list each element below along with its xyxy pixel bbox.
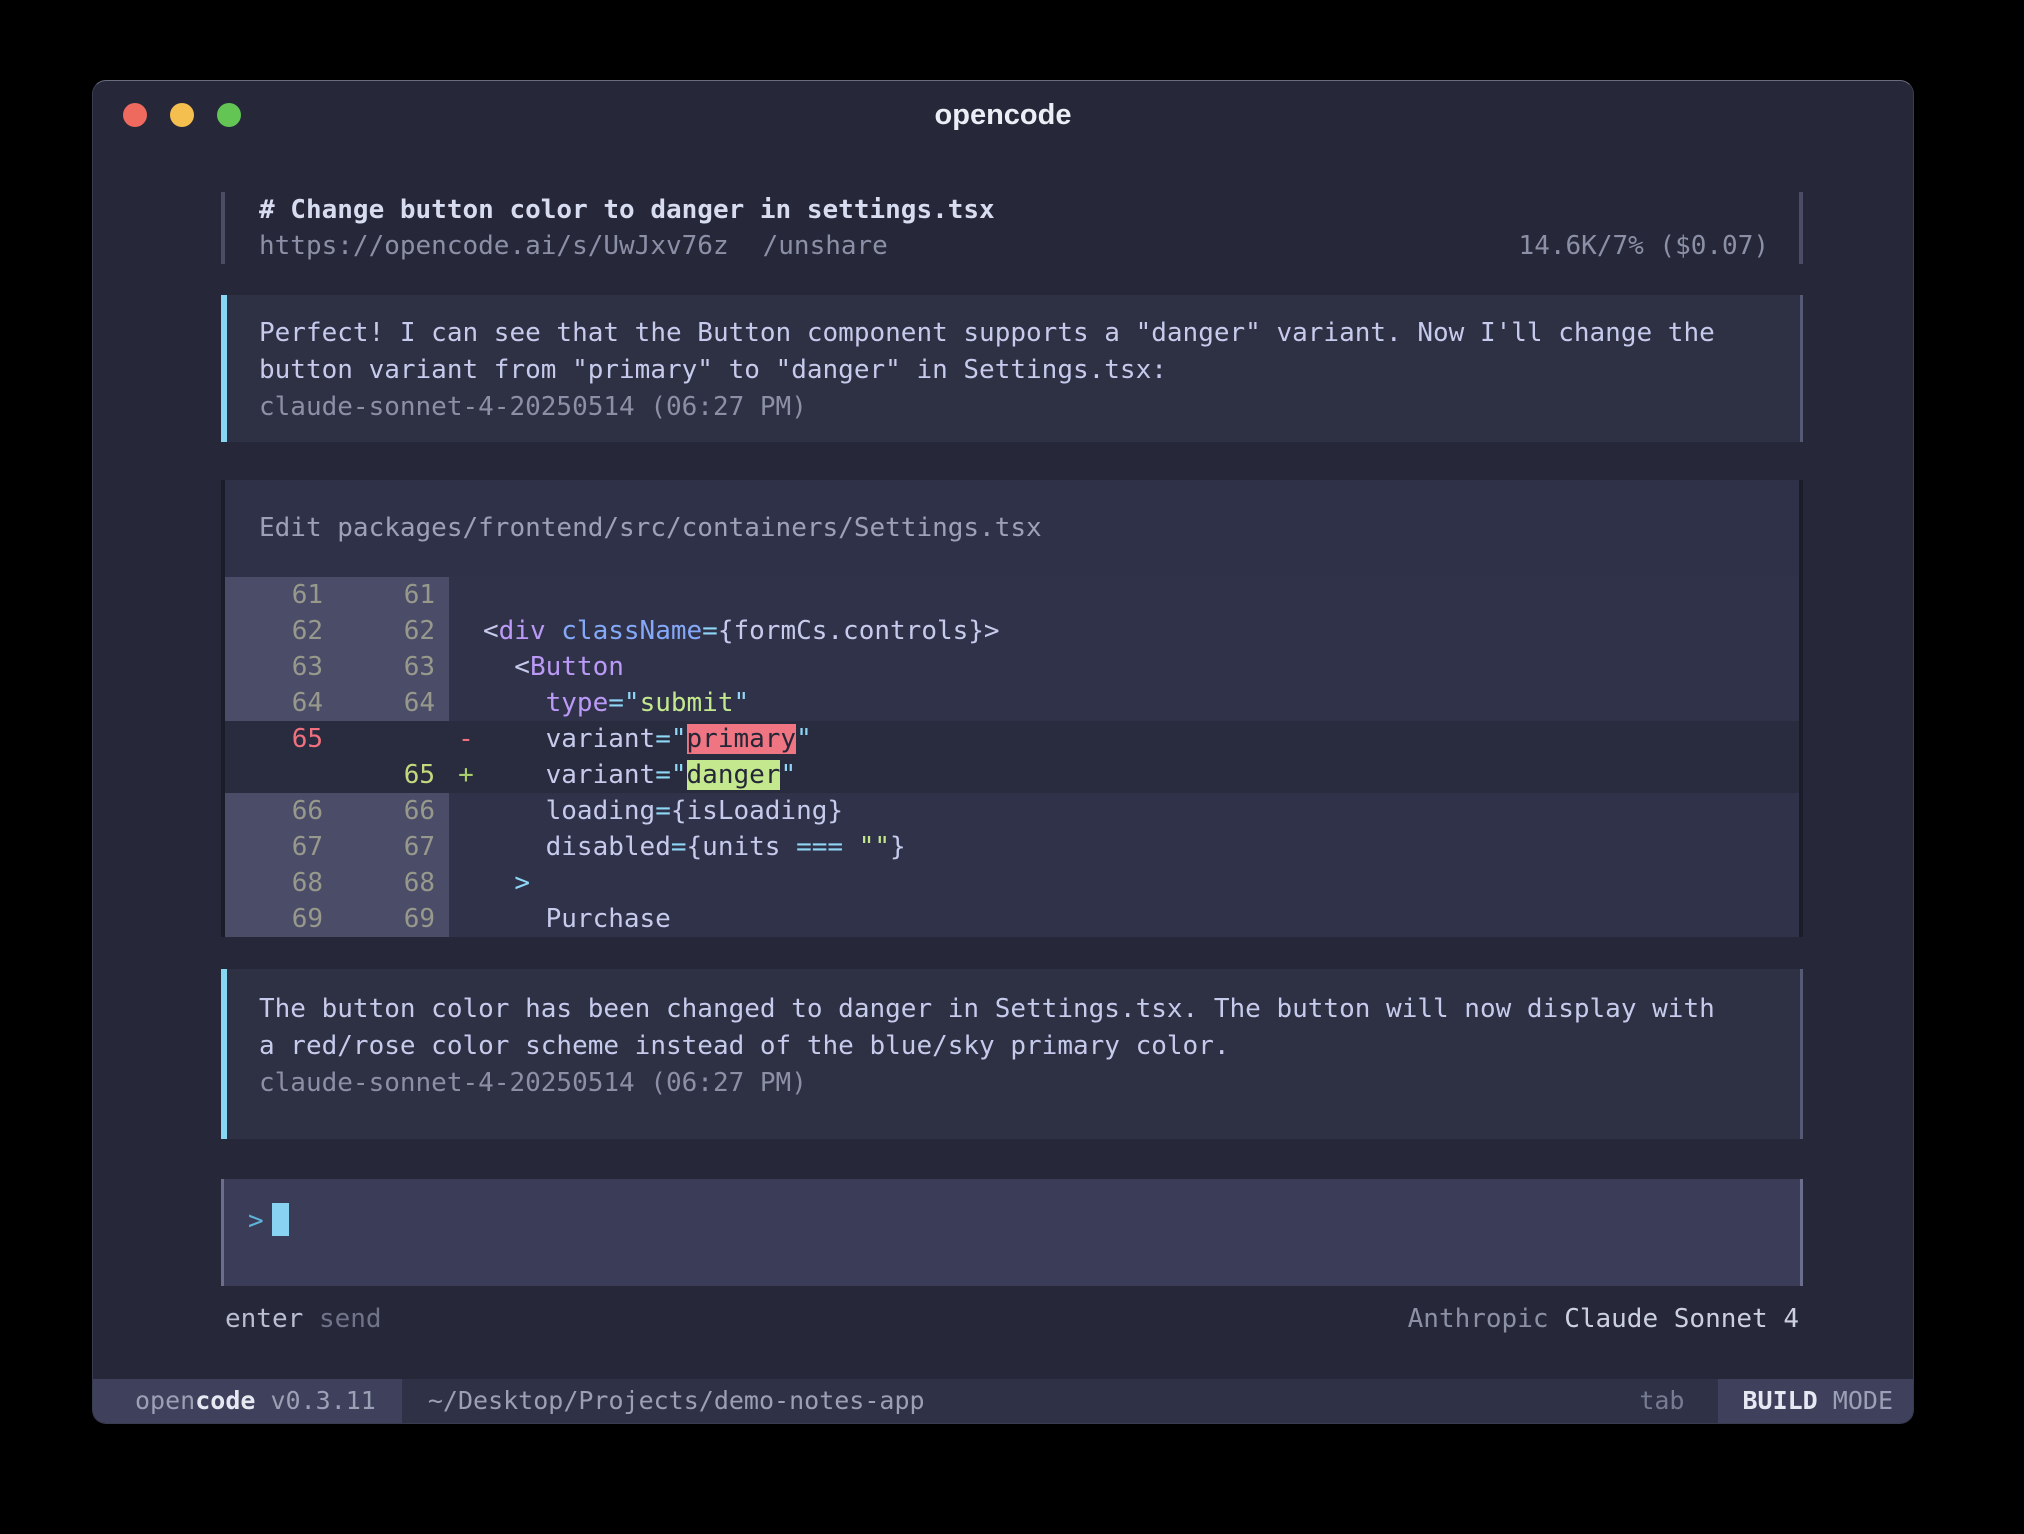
new-line-number: 65 (331, 757, 449, 793)
hint-row: enter send Anthropic Claude Sonnet 4 (221, 1292, 1803, 1338)
diff-row: 6262 <div className={formCs.controls}> (225, 613, 1799, 649)
message-line: Perfect! I can see that the Button compo… (259, 315, 1772, 352)
new-line-number: 64 (331, 685, 449, 721)
new-line-number: 69 (331, 901, 449, 937)
working-directory: ~/Desktop/Projects/demo-notes-app (402, 1379, 1639, 1423)
session-title: # Change button color to danger in setti… (259, 192, 1769, 228)
app-window: opencode # Change button color to danger… (92, 80, 1914, 1424)
new-line-number: 62 (331, 613, 449, 649)
diff-row: 65+ variant="danger" (225, 757, 1799, 793)
diff-marker (449, 685, 483, 721)
code-line: variant="primary" (483, 721, 1799, 757)
code-line: loading={isLoading} (483, 793, 1799, 829)
message-line: The button color has been changed to dan… (259, 991, 1772, 1028)
diff-marker (449, 793, 483, 829)
share-info: https://opencode.ai/s/UwJxv76z/unshare (259, 228, 888, 264)
app-version: opencode v0.3.11 (93, 1379, 402, 1423)
code-line: <div className={formCs.controls}> (483, 613, 1799, 649)
model-timestamp: claude-sonnet-4-20250514 (06:27 PM) (259, 389, 1772, 426)
diff-marker (449, 613, 483, 649)
code-line: disabled={units === ""} (483, 829, 1799, 865)
new-line-number: 68 (331, 865, 449, 901)
session-meta: https://opencode.ai/s/UwJxv76z/unshare 1… (259, 228, 1769, 264)
session-content: # Change button color to danger in setti… (93, 149, 1913, 1379)
old-line-number: 68 (225, 865, 331, 901)
prompt-input[interactable]: > (221, 1179, 1803, 1286)
new-line-number: 63 (331, 649, 449, 685)
session-header: # Change button color to danger in setti… (221, 192, 1803, 264)
diff-lines: 61616262 <div className={formCs.controls}… (225, 577, 1799, 937)
diff-row: 6363 <Button (225, 649, 1799, 685)
assistant-message: The button color has been changed to dan… (221, 969, 1803, 1139)
code-line: Purchase (483, 901, 1799, 937)
new-line-number (331, 721, 449, 757)
old-line-number: 66 (225, 793, 331, 829)
old-line-number: 69 (225, 901, 331, 937)
diff-marker (449, 829, 483, 865)
model-selector: Anthropic Claude Sonnet 4 (1408, 1300, 1799, 1338)
old-line-number: 65 (225, 721, 331, 757)
text-cursor (272, 1203, 289, 1236)
new-line-number: 61 (331, 577, 449, 613)
old-line-number: 61 (225, 577, 331, 613)
assistant-message: Perfect! I can see that the Button compo… (221, 295, 1803, 442)
old-line-number: 67 (225, 829, 331, 865)
code-line: type="submit" (483, 685, 1799, 721)
send-hint: enter send (225, 1300, 382, 1338)
old-line-number: 62 (225, 613, 331, 649)
diff-marker (449, 901, 483, 937)
code-line: variant="danger" (483, 757, 1799, 793)
code-line: > (483, 865, 1799, 901)
diff-marker: + (449, 757, 483, 793)
diff-marker (449, 577, 483, 613)
mode-indicator: BUILD MODE (1718, 1379, 1913, 1423)
model-timestamp: claude-sonnet-4-20250514 (06:27 PM) (259, 1065, 1772, 1102)
status-bar: opencode v0.3.11 ~/Desktop/Projects/demo… (93, 1379, 1913, 1423)
diff-row: 6767 disabled={units === ""} (225, 829, 1799, 865)
code-line (483, 577, 1799, 613)
tab-key-hint: tab (1639, 1379, 1714, 1423)
diff-row: 6161 (225, 577, 1799, 613)
new-line-number: 67 (331, 829, 449, 865)
edit-tool-card: Edit packages/frontend/src/containers/Se… (221, 480, 1803, 937)
diff-row: 6868 > (225, 865, 1799, 901)
share-url: https://opencode.ai/s/UwJxv76z (259, 231, 729, 261)
old-line-number: 64 (225, 685, 331, 721)
diff-row: 6969 Purchase (225, 901, 1799, 937)
diff-row: 6464 type="submit" (225, 685, 1799, 721)
unshare-command: /unshare (763, 231, 888, 261)
prompt-symbol: > (248, 1206, 264, 1236)
message-line: button variant from "primary" to "danger… (259, 352, 1772, 389)
diff-row: 6666 loading={isLoading} (225, 793, 1799, 829)
old-line-number: 63 (225, 649, 331, 685)
diff-marker (449, 865, 483, 901)
diff-marker (449, 649, 483, 685)
edit-tool-title: Edit packages/frontend/src/containers/Se… (225, 480, 1799, 577)
title-bar: opencode (93, 81, 1913, 149)
context-stats: 14.6K/7% ($0.07) (1519, 228, 1769, 264)
old-line-number (225, 757, 331, 793)
new-line-number: 66 (331, 793, 449, 829)
window-title: opencode (93, 99, 1913, 132)
message-line: a red/rose color scheme instead of the b… (259, 1028, 1772, 1065)
diff-row: 65 - variant="primary" (225, 721, 1799, 757)
code-line: <Button (483, 649, 1799, 685)
diff-marker: - (449, 721, 483, 757)
